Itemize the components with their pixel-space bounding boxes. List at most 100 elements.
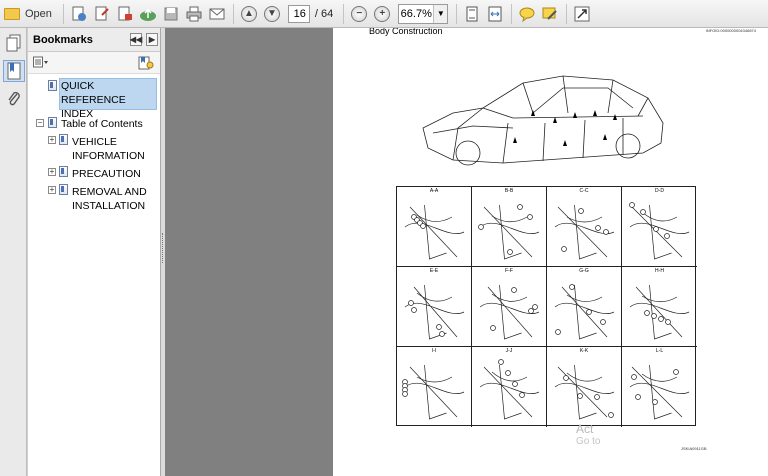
bookmark-icon (59, 184, 68, 195)
chevron-down-icon[interactable]: ▼ (433, 4, 448, 23)
attachments-panel-button[interactable] (3, 88, 25, 110)
bookmark-quick-reference-index[interactable]: QUICK REFERENCE INDEX (59, 78, 157, 120)
open-folder-icon (4, 7, 20, 20)
next-page-button[interactable]: ▼ (261, 3, 283, 25)
section-cell: L-L (622, 347, 697, 427)
bookmark-label: QUICK REFERENCE (61, 80, 126, 106)
highlight-icon (542, 7, 557, 20)
expand-toggle[interactable]: + (48, 136, 56, 144)
pdf-page: Body Construction INFOID:000000000434687… (333, 28, 768, 476)
section-cell: J-J (472, 347, 547, 427)
section-cell: K-K (547, 347, 622, 427)
expand-button[interactable] (571, 3, 593, 25)
find-bookmark-button[interactable] (138, 56, 154, 70)
fit-width-icon (488, 6, 502, 21)
bookmark-label: INFORMATION (72, 150, 145, 162)
create-button[interactable] (91, 3, 113, 25)
attachments-icon (8, 91, 20, 106)
print-button[interactable] (183, 3, 205, 25)
bookmark-removal-and-installation[interactable]: REMOVAL AND INSTALLATION (72, 185, 147, 213)
section-cell: G-G (547, 267, 622, 347)
convert-icon (72, 6, 86, 21)
document-view[interactable]: Body Construction INFOID:000000000434687… (165, 28, 768, 476)
section-cell: I-I (397, 347, 472, 427)
collapse-panel-button[interactable]: ◀◀ (130, 33, 142, 46)
zoom-in-button[interactable]: + (371, 3, 393, 25)
bookmark-precaution[interactable]: PRECAUTION (72, 167, 141, 181)
main-toolbar: Open ▲ ▼ / 64 − + 66.7% ▼ (0, 0, 768, 28)
collapse-toggle[interactable]: − (36, 119, 44, 127)
bookmark-icon (59, 166, 68, 177)
previous-page-button[interactable]: ▲ (238, 3, 260, 25)
panel-menu-button[interactable]: ▶ (146, 33, 158, 46)
zoom-value: 66.7% (400, 7, 432, 20)
toolbar-separator (511, 3, 513, 24)
bookmark-icon (48, 117, 57, 128)
pages-icon (6, 34, 21, 52)
pages-panel-button[interactable] (3, 32, 25, 54)
zoom-out-button[interactable]: − (348, 3, 370, 25)
options-menu-icon (33, 56, 48, 68)
section-drawing (629, 284, 690, 340)
page-header-code: INFOID:0000000004346874 (705, 28, 756, 33)
page-footer-code: JSKIA0911GB (681, 446, 707, 451)
page-number-input[interactable] (287, 4, 310, 23)
zoom-in-icon: + (374, 5, 391, 22)
convert-button[interactable] (68, 3, 90, 25)
bookmark-vehicle-information[interactable]: VEHICLE INFORMATION (72, 135, 145, 163)
secure-button[interactable] (114, 3, 136, 25)
open-label: Open (25, 7, 52, 20)
save-button[interactable] (160, 3, 182, 25)
fit-page-button[interactable] (461, 3, 483, 25)
save-icon (164, 7, 178, 20)
expand-icon (574, 6, 590, 21)
watermark-text: Act (576, 422, 594, 436)
document-lock-icon (118, 6, 132, 20)
fit-page-icon (466, 6, 478, 21)
find-bookmark-icon (138, 56, 154, 70)
bookmark-label: Table of Contents (61, 118, 143, 130)
comment-button[interactable] (516, 3, 538, 25)
bookmark-label: INSTALLATION (72, 200, 146, 212)
bookmark-table-of-contents[interactable]: Table of Contents (61, 117, 143, 131)
section-drawing (554, 364, 615, 420)
bookmark-icon (48, 80, 57, 91)
upload-icon (139, 8, 156, 21)
fit-width-button[interactable] (484, 3, 506, 25)
bookmarks-title: Bookmarks (33, 33, 93, 46)
zoom-select[interactable]: 66.7% ▼ (398, 3, 449, 24)
section-cell: E-E (397, 267, 472, 347)
bookmarks-panel-button[interactable] (3, 60, 25, 82)
email-button[interactable] (206, 3, 228, 25)
expand-toggle[interactable]: + (48, 186, 56, 194)
section-drawing (629, 364, 690, 420)
bookmarks-header: Bookmarks ◀◀ ▶ (28, 28, 160, 52)
toolbar-separator (62, 3, 64, 24)
section-drawing (479, 359, 540, 420)
bookmark-options-button[interactable] (33, 56, 49, 69)
section-cell: A-A (397, 187, 472, 267)
navigation-pane-strip (0, 28, 27, 476)
expand-toggle[interactable]: + (48, 168, 56, 176)
previous-page-icon: ▲ (240, 5, 257, 22)
page-title: Body Construction (369, 28, 443, 36)
open-button[interactable]: Open (4, 3, 58, 25)
page-total: / 64 (314, 7, 334, 20)
comment-icon (519, 7, 535, 22)
create-icon (95, 6, 109, 20)
toolbar-separator (232, 3, 234, 24)
section-cell: D-D (622, 187, 697, 267)
section-drawing (479, 284, 540, 340)
bookmark-label: VEHICLE (72, 136, 117, 148)
car-body-diagram (422, 75, 664, 166)
toolbar-separator (343, 3, 345, 24)
section-drawing (478, 204, 540, 260)
next-page-icon: ▼ (263, 5, 280, 22)
section-drawing (554, 204, 615, 260)
watermark-subtext: Go to (576, 436, 601, 447)
section-drawing (404, 204, 465, 260)
bookmarks-toolbar (28, 52, 160, 74)
highlight-button[interactable] (539, 3, 561, 25)
upload-button[interactable] (137, 3, 159, 25)
section-cell: F-F (472, 267, 547, 347)
